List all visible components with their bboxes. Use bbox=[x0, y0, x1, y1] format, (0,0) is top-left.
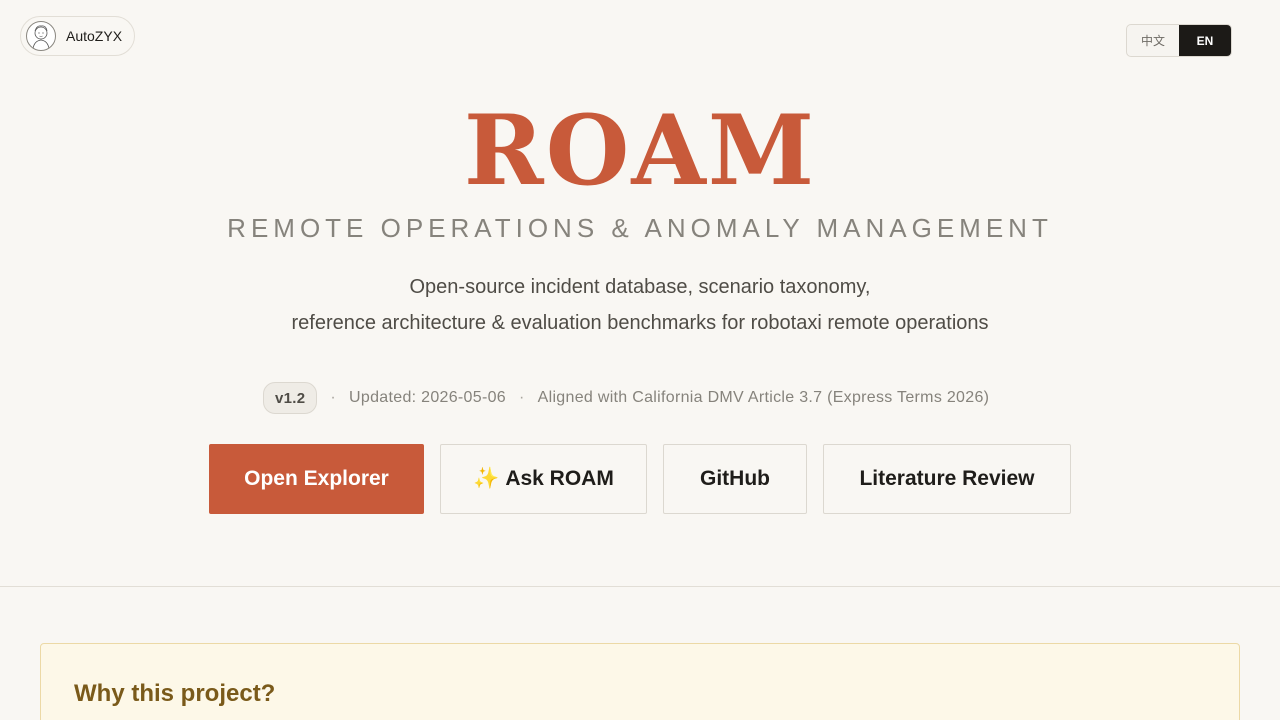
author-chip[interactable]: AutoZYX bbox=[20, 16, 135, 56]
alignment-note: Aligned with California DMV Article 3.7 … bbox=[537, 389, 990, 406]
github-label: GitHub bbox=[700, 467, 770, 490]
github-button[interactable]: GitHub bbox=[663, 444, 807, 514]
description-line-2: reference architecture & evaluation benc… bbox=[291, 312, 989, 334]
lang-option-en[interactable]: EN bbox=[1179, 25, 1231, 56]
meta-row: v1.2 · Updated: 2026-05-06 · Aligned wit… bbox=[263, 381, 989, 415]
updated-date: Updated: 2026-05-06 bbox=[349, 389, 506, 406]
avatar bbox=[26, 21, 56, 51]
description-line-1: Open-source incident database, scenario … bbox=[409, 276, 871, 298]
open-explorer-label: Open Explorer bbox=[244, 467, 389, 490]
language-toggle: 中文 EN bbox=[1126, 24, 1232, 57]
open-explorer-button[interactable]: Open Explorer bbox=[209, 444, 424, 514]
sparkle-icon: ✨ bbox=[473, 467, 500, 490]
lang-option-zh[interactable]: 中文 bbox=[1127, 25, 1179, 56]
version-badge: v1.2 bbox=[263, 382, 318, 414]
section-divider bbox=[0, 586, 1280, 587]
why-project-title: Why this project? bbox=[74, 680, 276, 707]
page-title: ROAM bbox=[463, 94, 817, 207]
why-project-card: Why this project? bbox=[40, 643, 1240, 720]
page-subtitle: REMOTE OPERATIONS & ANOMALY MANAGEMENT bbox=[227, 213, 1053, 243]
ask-roam-button[interactable]: ✨ Ask ROAM bbox=[440, 444, 647, 514]
separator-dot: · bbox=[330, 389, 337, 406]
avatar-portrait-icon bbox=[32, 25, 50, 50]
literature-review-button[interactable]: Literature Review bbox=[823, 444, 1071, 514]
literature-review-label: Literature Review bbox=[859, 467, 1035, 490]
ask-roam-label: Ask ROAM bbox=[505, 467, 614, 490]
page: AutoZYX 中文 EN ROAM REMOTE OPERATIONS & A… bbox=[0, 0, 1280, 720]
author-name: AutoZYX bbox=[66, 28, 123, 44]
separator-dot: · bbox=[518, 389, 525, 406]
